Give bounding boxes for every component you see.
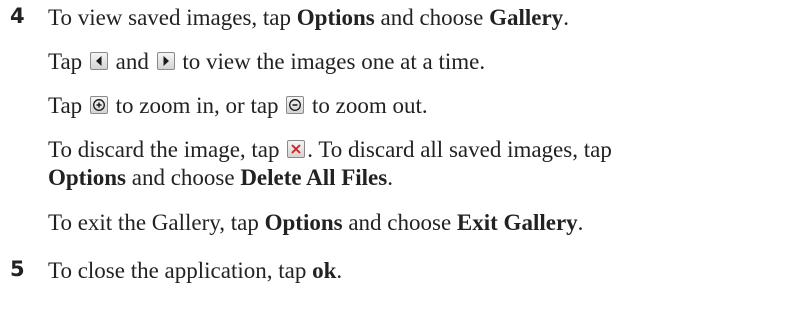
zoom-instruction: Tap to zoom in, or tap to zoom out. [48, 92, 428, 120]
text: to zoom out. [306, 93, 428, 118]
step-4-instruction: To view saved images, tap Options and ch… [48, 4, 569, 32]
text: . [563, 5, 569, 30]
text: To discard the image, tap [48, 137, 286, 162]
step-5-instruction: To close the application, tap ok. [48, 257, 342, 285]
text: . [577, 210, 584, 235]
delete-x-icon [287, 140, 306, 158]
text: and [109, 49, 155, 74]
zoom-out-icon [286, 96, 305, 114]
step-number: 5 [10, 257, 25, 281]
text: . [387, 165, 393, 190]
text: and choose [125, 165, 241, 190]
navigation-instruction: Tap and to view the images one at a time… [48, 48, 485, 76]
text: to view the images one at a time. [176, 49, 486, 74]
step-number: 4 [10, 4, 25, 28]
exit-gallery-instruction: To exit the Gallery, tap Options and cho… [48, 209, 583, 237]
chevron-right-icon [156, 52, 175, 70]
discard-instruction: To discard the image, tap . To discard a… [48, 136, 612, 164]
exit-gallery-keyword: Exit Gallery [456, 210, 578, 235]
gallery-keyword: Gallery [489, 5, 564, 30]
text: To view saved images, tap [48, 5, 297, 30]
text: Tap [48, 93, 88, 118]
text: To exit the Gallery, tap [48, 210, 265, 235]
text: To close the application, tap [48, 258, 313, 283]
options-keyword: Options [264, 210, 343, 235]
options-keyword: Options [48, 165, 126, 190]
options-keyword: Options [296, 5, 375, 30]
text: and choose [374, 5, 490, 30]
zoom-in-icon [89, 96, 108, 114]
chevron-left-icon [89, 52, 108, 70]
discard-instruction-continued: Options and choose Delete All Files. [48, 164, 393, 192]
delete-all-files-keyword: Delete All Files [240, 165, 388, 190]
text: and choose [342, 210, 457, 235]
ok-keyword: ok [312, 258, 337, 283]
text: . To discard all saved images, tap [307, 137, 612, 162]
text: to zoom in, or tap [109, 93, 285, 118]
text: . [336, 258, 343, 283]
text: Tap [48, 49, 88, 74]
